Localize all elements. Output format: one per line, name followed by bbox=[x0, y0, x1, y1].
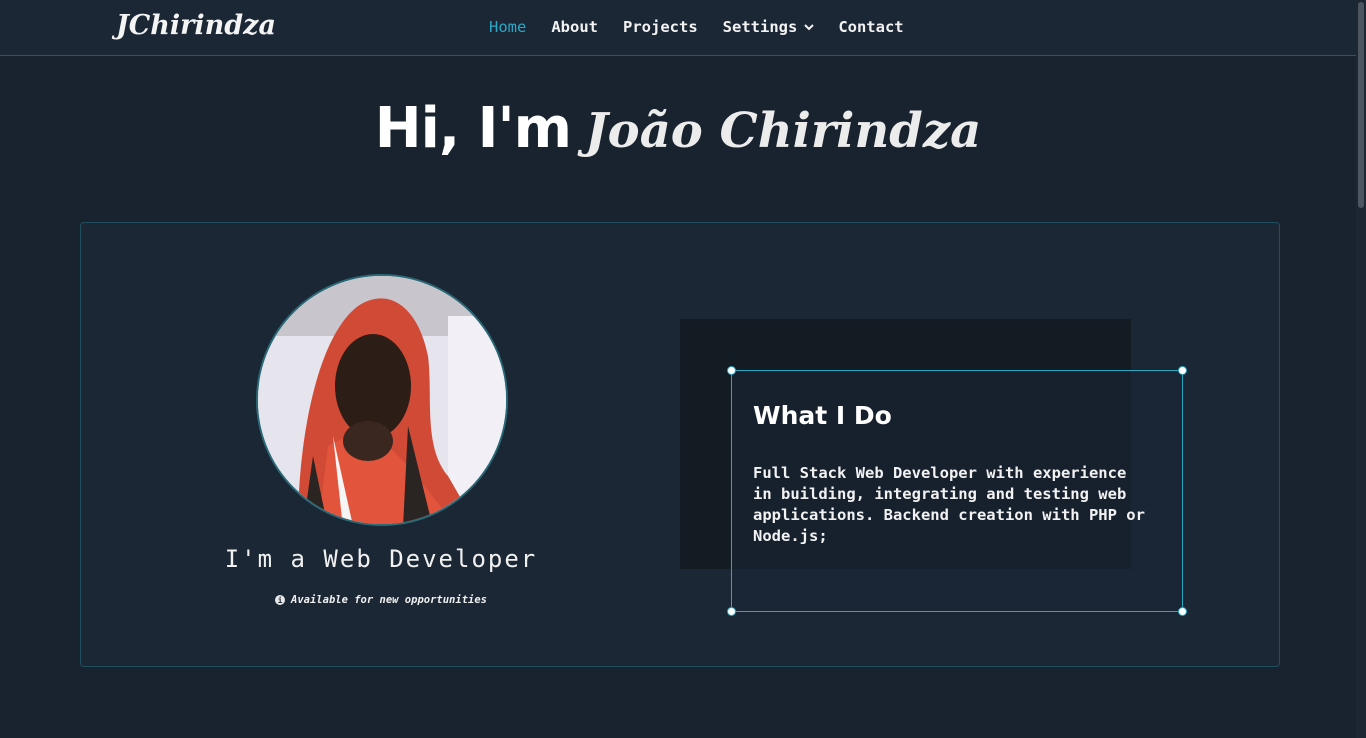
site-logo[interactable]: JChirindza bbox=[116, 10, 276, 41]
nav-link-projects[interactable]: Projects bbox=[623, 18, 698, 36]
what-i-do-text: Full Stack Web Developer with experience… bbox=[753, 464, 1145, 545]
what-i-do-box[interactable]: What I Do Full Stack Web Developer with … bbox=[727, 366, 1187, 616]
availability-note: i Available for new opportunities bbox=[81, 594, 681, 606]
resize-handle-bottom-left[interactable] bbox=[727, 607, 736, 616]
nav-link-about[interactable]: About bbox=[551, 18, 598, 36]
scrollbar-thumb[interactable] bbox=[1358, 2, 1364, 208]
nav-link-settings[interactable]: Settings bbox=[723, 18, 815, 36]
what-i-do-title: What I Do bbox=[753, 401, 892, 430]
nav-links: Home About Projects Settings Contact bbox=[489, 18, 904, 36]
resize-handle-top-right[interactable] bbox=[1178, 366, 1187, 375]
nav-link-contact[interactable]: Contact bbox=[838, 18, 903, 36]
hero-name: João Chirindza bbox=[584, 103, 982, 159]
hero-greeting: Hi, I'm bbox=[374, 96, 572, 161]
chevron-down-icon bbox=[804, 24, 815, 31]
page-scrollbar[interactable] bbox=[1356, 0, 1366, 738]
resize-handle-top-left[interactable] bbox=[727, 366, 736, 375]
nav-link-home[interactable]: Home bbox=[489, 18, 526, 36]
resize-handle-bottom-right[interactable] bbox=[1178, 607, 1187, 616]
availability-text: Available for new opportunities bbox=[291, 594, 487, 606]
role-heading: I'm a Web Developer bbox=[224, 545, 538, 573]
info-icon: i bbox=[275, 595, 286, 605]
hero-heading: Hi, I'm João Chirindza bbox=[0, 96, 1356, 161]
navbar: JChirindza Home About Projects Settings … bbox=[0, 0, 1356, 56]
intro-card: I'm a Web Developer i Available for new … bbox=[80, 222, 1280, 667]
profile-avatar bbox=[256, 274, 508, 526]
nav-link-settings-label: Settings bbox=[722, 18, 798, 36]
profile-photo bbox=[258, 276, 506, 524]
